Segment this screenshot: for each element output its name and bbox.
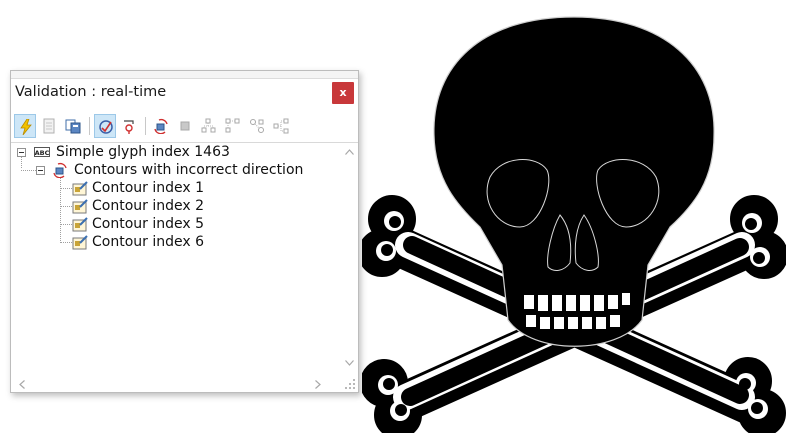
- node-branch-button[interactable]: [222, 114, 244, 138]
- horizontal-scrollbar[interactable]: [11, 375, 341, 392]
- copy-button[interactable]: [62, 114, 84, 138]
- node-tree-button[interactable]: [198, 114, 220, 138]
- glyph-abc-icon: ABC: [34, 147, 50, 157]
- collapse-toggle[interactable]: [17, 148, 26, 157]
- tree-item-contour[interactable]: Contour index 5: [12, 215, 332, 233]
- panel-title: Validation : real-time: [15, 84, 167, 100]
- scroll-right-arrow-icon[interactable]: [315, 380, 321, 389]
- scroll-left-arrow-icon[interactable]: [19, 380, 25, 389]
- realtime-validation-button[interactable]: [14, 114, 36, 138]
- tree-item-contour-direction[interactable]: Contours with incorrect direction: [12, 161, 332, 179]
- contour-edit-icon: [72, 181, 88, 196]
- validate-glyph-icon: [99, 120, 113, 134]
- contour-edit-icon: [72, 235, 88, 250]
- toolbar: [11, 110, 358, 143]
- tree-item-label: Contour index 1: [92, 180, 205, 196]
- resize-grip-icon[interactable]: [344, 378, 356, 390]
- tree-item-label: Contour index 6: [92, 234, 205, 250]
- skull-crossbones-glyph[interactable]: [362, 5, 786, 433]
- scroll-down-arrow-icon[interactable]: [345, 360, 354, 366]
- close-button[interactable]: x: [332, 82, 354, 104]
- node-tree-icon: [201, 118, 216, 133]
- point-tool-button[interactable]: [118, 114, 140, 138]
- vertical-scrollbar[interactable]: [341, 143, 358, 372]
- node-group-icon: [273, 118, 289, 134]
- scroll-up-arrow-icon[interactable]: [345, 149, 354, 155]
- stop-icon: [180, 121, 190, 131]
- toolbar-separator: [89, 117, 90, 135]
- document-icon: [43, 118, 55, 134]
- panel-top-edge: [11, 71, 358, 79]
- validation-tree: ABC Simple glyph index 1463 Contours wit…: [12, 143, 340, 371]
- tree-item-contour[interactable]: Contour index 1: [12, 179, 332, 197]
- validate-glyph-button[interactable]: [94, 114, 116, 138]
- lightning-icon: [20, 119, 32, 135]
- tree-item-label: Contour index 2: [92, 198, 205, 214]
- contour-direction-icon: [53, 162, 67, 178]
- copy-icon: [65, 119, 81, 134]
- point-icon: [124, 120, 134, 134]
- tree-item-label: Simple glyph index 1463: [56, 144, 230, 160]
- tree-item-label: Contour index 5: [92, 216, 205, 232]
- document-button[interactable]: [38, 114, 60, 138]
- tree-item-contour[interactable]: Contour index 6: [12, 233, 332, 251]
- contour-edit-icon: [72, 217, 88, 232]
- tree-item-contour[interactable]: Contour index 2: [12, 197, 332, 215]
- validation-panel: Validation : real-time x ABC Simple glyp…: [10, 70, 359, 393]
- node-link-button[interactable]: [246, 114, 268, 138]
- toolbar-separator: [145, 117, 146, 135]
- node-link-icon: [250, 119, 264, 133]
- stop-button[interactable]: [174, 114, 196, 138]
- reverse-direction-button[interactable]: [150, 114, 172, 138]
- reverse-direction-icon: [154, 118, 168, 134]
- node-branch-icon: [225, 118, 240, 133]
- contour-edit-icon: [72, 199, 88, 214]
- panel-titlebar[interactable]: Validation : real-time x: [11, 79, 358, 109]
- collapse-toggle[interactable]: [36, 166, 45, 175]
- tree-item-glyph[interactable]: ABC Simple glyph index 1463: [12, 143, 332, 161]
- tree-item-label: Contours with incorrect direction: [74, 162, 304, 178]
- node-group-button[interactable]: [270, 114, 292, 138]
- svg-text:ABC: ABC: [35, 149, 50, 157]
